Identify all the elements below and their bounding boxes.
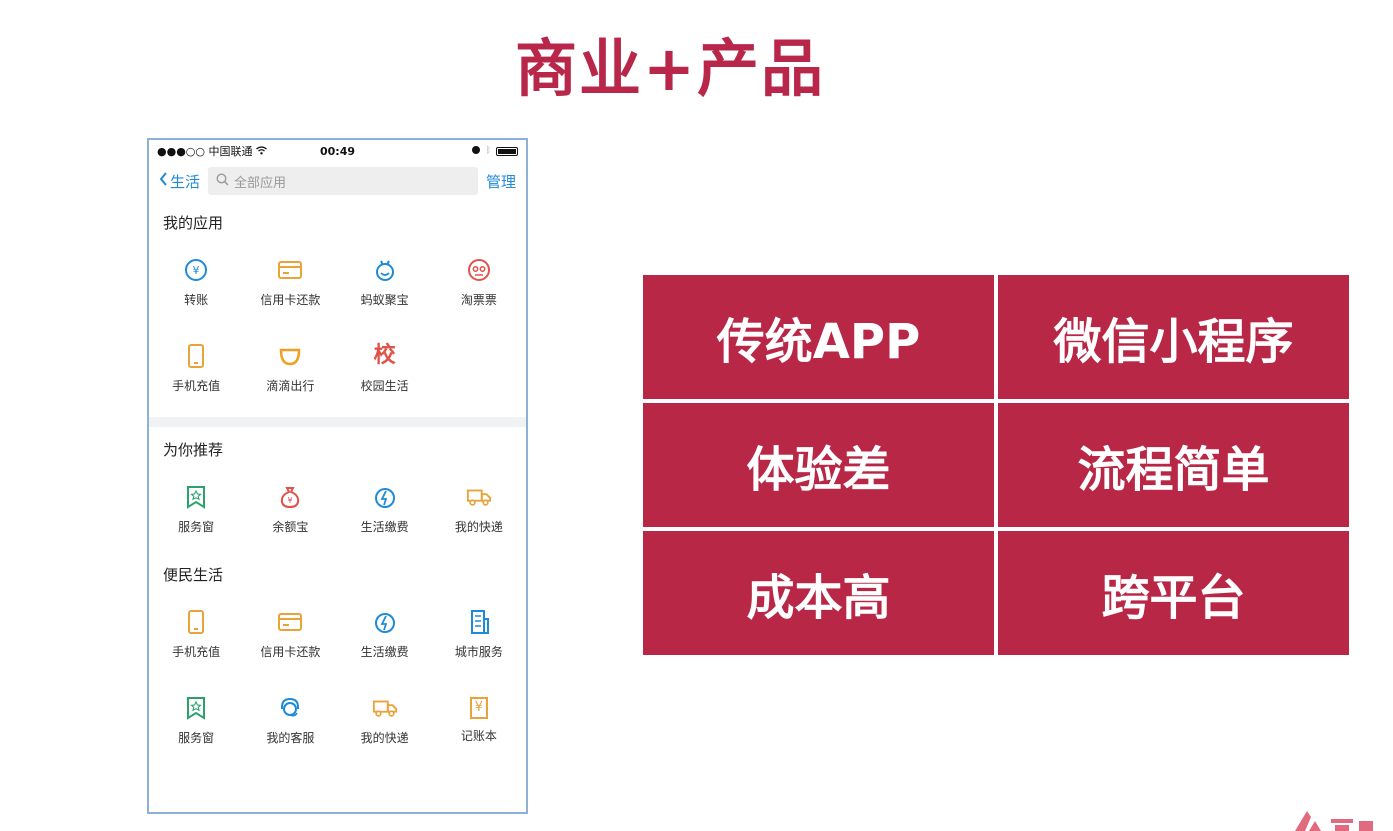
utility-payment-icon (372, 609, 398, 635)
app-label: 校园生活 (360, 378, 409, 393)
app-label: 蚂蚁聚宝 (360, 292, 409, 307)
tao-ticket-icon (466, 257, 492, 283)
city-service-icon (466, 609, 492, 635)
app-label: 生活缴费 (360, 519, 409, 534)
app-label: 滴滴出行 (266, 378, 315, 393)
ledger-icon: ¥ (469, 696, 488, 719)
search-input[interactable]: 全部应用 (208, 167, 478, 195)
app-label: 服务窗 (178, 519, 215, 534)
app-label: 余额宝 (272, 519, 309, 534)
lock-rotation-icon (471, 145, 481, 158)
search-placeholder: 全部应用 (234, 175, 287, 191)
app-utility-payment[interactable]: 生活缴费 (338, 466, 432, 552)
app-phone-recharge[interactable]: 手机充值 (149, 325, 243, 411)
back-button[interactable]: 生活 (159, 171, 200, 192)
app-label: 手机充值 (172, 644, 221, 659)
back-label: 生活 (170, 172, 201, 191)
bluetooth-icon: ᛒ (485, 146, 491, 156)
app-label: 城市服务 (454, 644, 503, 659)
app-label: 我的客服 (266, 730, 315, 745)
transfer-icon: ¥ (183, 257, 209, 283)
search-icon (216, 172, 229, 190)
app-phone-recharge[interactable]: 手机充值 (149, 591, 243, 677)
comparison-matrix: 传统APP 微信小程序 体验差 流程简单 成本高 跨平台 (643, 275, 1349, 655)
service-window-icon (183, 484, 209, 510)
app-service-window[interactable]: 服务窗 (149, 466, 243, 552)
ant-fortune-icon (372, 257, 398, 283)
app-campus[interactable]: 校 校园生活 (338, 325, 432, 411)
app-label: 记账本 (460, 728, 497, 743)
app-label: 生活缴费 (360, 644, 409, 659)
app-delivery[interactable]: 我的快递 (338, 677, 432, 763)
app-label: 淘票票 (460, 292, 497, 307)
status-bar: ●●●○○ 中国联通 00:49 ᛒ (149, 140, 526, 162)
matrix-cell: 体验差 (643, 403, 994, 527)
customer-service-icon (277, 695, 303, 721)
matrix-cell: 流程简单 (998, 403, 1349, 527)
section-divider (149, 417, 526, 427)
app-label: 信用卡还款 (260, 644, 321, 659)
app-label: 我的快递 (454, 519, 503, 534)
section-recommended: 为你推荐 服务窗 ¥ 余额宝 生活缴费 我的快递 (149, 427, 526, 552)
app-ledger[interactable]: ¥ 记账本 (432, 677, 526, 763)
delivery-truck-icon (372, 695, 398, 721)
campus-icon: 校 (373, 342, 396, 368)
didi-icon (277, 343, 303, 369)
delivery-truck-icon (466, 484, 492, 510)
app-customer-service[interactable]: 我的客服 (243, 677, 337, 763)
matrix-cell: 微信小程序 (998, 275, 1349, 399)
app-credit-card[interactable]: 信用卡还款 (243, 239, 337, 325)
app-utility-payment[interactable]: 生活缴费 (338, 591, 432, 677)
battery-icon (496, 146, 518, 156)
app-label: 服务窗 (178, 730, 215, 745)
nav-bar: 生活 全部应用 管理 (149, 162, 526, 200)
wifi-icon (255, 145, 267, 158)
phone-recharge-icon (183, 609, 209, 635)
app-service-window[interactable]: 服务窗 (149, 677, 243, 763)
credit-card-icon (277, 609, 303, 635)
carrier-label: ●●●○○ 中国联通 (157, 145, 253, 158)
app-ant-fortune[interactable]: 蚂蚁聚宝 (338, 239, 432, 325)
credit-card-icon (277, 257, 303, 283)
service-window-icon (183, 695, 209, 721)
slide-title: 商业+产品 (515, 32, 825, 105)
app-label: 转账 (184, 292, 209, 307)
manage-button[interactable]: 管理 (486, 171, 516, 192)
app-city-service[interactable]: 城市服务 (432, 591, 526, 677)
section-title: 为你推荐 (163, 441, 224, 459)
app-label: 信用卡还款 (260, 292, 321, 307)
yuebao-icon: ¥ (277, 484, 303, 510)
app-yuebao[interactable]: ¥ 余额宝 (243, 466, 337, 552)
app-delivery[interactable]: 我的快递 (432, 466, 526, 552)
section-title: 便民生活 (163, 566, 224, 584)
brand-logo (1295, 811, 1373, 831)
section-my-apps: 我的应用 ¥ 转账 信用卡还款 蚂蚁聚宝 淘票票 手机充值 滴滴出行 校 校园生… (149, 200, 526, 411)
phone-recharge-icon (183, 343, 209, 369)
phone-screenshot: ●●●○○ 中国联通 00:49 ᛒ 生活 全部应用 管理 我的应用 ¥ 转账 … (147, 138, 528, 814)
section-title: 我的应用 (163, 214, 224, 232)
app-didi[interactable]: 滴滴出行 (243, 325, 337, 411)
app-credit-card[interactable]: 信用卡还款 (243, 591, 337, 677)
app-label: 我的快递 (360, 730, 409, 745)
section-convenience: 便民生活 手机充值 信用卡还款 生活缴费 城市服务 服务窗 我的客服 我的快递 … (149, 552, 526, 763)
chevron-left-icon (159, 172, 168, 190)
matrix-cell: 跨平台 (998, 531, 1349, 655)
app-tao-ticket[interactable]: 淘票票 (432, 239, 526, 325)
matrix-cell: 成本高 (643, 531, 994, 655)
matrix-cell: 传统APP (643, 275, 994, 399)
app-label: 手机充值 (172, 378, 221, 393)
app-transfer[interactable]: ¥ 转账 (149, 239, 243, 325)
svg-text:¥: ¥ (193, 264, 200, 277)
utility-payment-icon (372, 484, 398, 510)
svg-text:¥: ¥ (288, 496, 293, 505)
